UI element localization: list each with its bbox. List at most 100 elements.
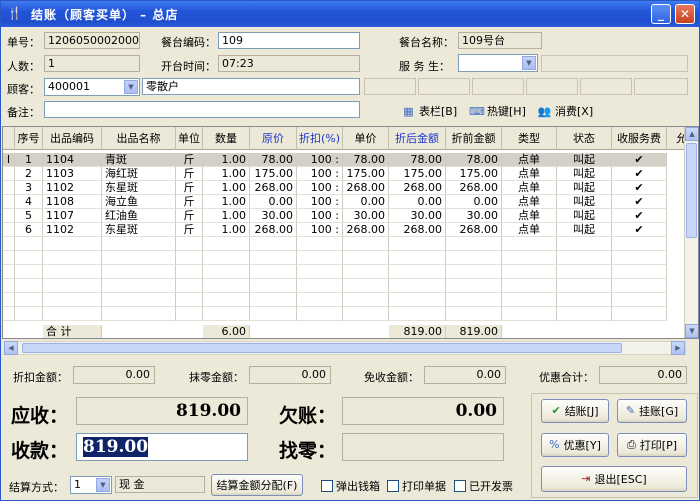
customer-select[interactable]: 400001 ▼ xyxy=(44,78,140,96)
remark-input[interactable] xyxy=(44,101,360,118)
service-fee-checkbox[interactable]: ✔ xyxy=(612,195,667,209)
hotkey-button[interactable]: ⌨ 热键[H] xyxy=(469,103,526,119)
table-cell: 175.00 xyxy=(389,167,446,181)
table-cell: 268.00 xyxy=(446,223,502,237)
table-cell: 175.00 xyxy=(446,167,502,181)
receivable-label: 应收： xyxy=(11,405,69,427)
table-header: 序号 出品编码 出品名称 单位 数量 原价 折扣(%) 单价 折后金额 折前金额 类型 状态 收服务费允 xyxy=(3,127,697,150)
table-cell: 斤 xyxy=(176,153,203,167)
close-icon[interactable]: ✕ xyxy=(675,4,695,24)
table-cell: 1.00 xyxy=(203,167,250,181)
service-fee-checkbox[interactable]: ✔ xyxy=(612,153,667,167)
table-cell xyxy=(297,251,343,265)
print-button[interactable]: ⎙ 打印[P] xyxy=(617,433,687,457)
chevron-down-icon[interactable]: ▼ xyxy=(96,478,110,492)
table-cell: 1.00 xyxy=(203,223,250,237)
vertical-scroll-thumb[interactable] xyxy=(686,143,697,238)
table-cell: 78.00 xyxy=(389,153,446,167)
exit-door-icon: ⇥ xyxy=(581,472,591,485)
table-cell xyxy=(502,265,557,279)
table-cell xyxy=(502,237,557,251)
column-header[interactable]: 出品名称 xyxy=(102,127,176,150)
title-bar: 🍴 结账（顾客买单） – 总店 _ ✕ xyxy=(1,1,699,27)
checkbox-box[interactable] xyxy=(454,480,466,492)
payment-method-code: 1 xyxy=(74,478,81,491)
minimize-icon[interactable]: _ xyxy=(651,4,671,24)
table-cell xyxy=(250,279,297,293)
consume-button[interactable]: 👥 消费[X] xyxy=(537,103,593,119)
invoiced-checkbox[interactable]: 已开发票 xyxy=(454,478,513,494)
table-cell xyxy=(446,251,502,265)
checkout-button[interactable]: ✔ 结账[J] xyxy=(541,399,609,423)
total-cell: 819.00 xyxy=(446,325,502,338)
table-row[interactable]: 2 1103 海红斑斤 1.00 175.00 100 :175.00 175.00 175.… xyxy=(3,167,667,181)
vertical-scrollbar[interactable]: ▲ ▼ xyxy=(684,127,698,338)
table-row[interactable]: 4 1108 海立鱼斤 1.00 0.00 100 :0.00 0.00 0.00 点单 叫起 ✔ xyxy=(3,195,667,209)
table-cell xyxy=(250,293,297,307)
column-header[interactable]: 序号 xyxy=(15,127,43,150)
column-header[interactable]: 单价 xyxy=(343,127,389,150)
payment-method-select[interactable]: 1 ▼ xyxy=(70,476,112,494)
scroll-up-icon[interactable]: ▲ xyxy=(685,127,698,141)
service-fee-checkbox[interactable]: ✔ xyxy=(612,209,667,223)
table-cell: 叫起 xyxy=(557,167,612,181)
service-fee-checkbox[interactable]: ✔ xyxy=(612,181,667,195)
received-input[interactable]: 819.00 xyxy=(76,433,248,461)
horizontal-scrollbar[interactable]: ◀ ▶ xyxy=(4,341,686,355)
service-fee-checkbox[interactable]: ✔ xyxy=(612,223,667,237)
horizontal-scroll-thumb[interactable] xyxy=(22,343,622,353)
service-fee-checkbox[interactable]: ✔ xyxy=(612,167,667,181)
table-view-button[interactable]: ▦ 表栏[B] xyxy=(401,103,457,119)
chevron-down-icon[interactable]: ▼ xyxy=(522,56,536,70)
column-header[interactable]: 出品编码 xyxy=(43,127,102,150)
column-header[interactable]: 折前金额 xyxy=(446,127,502,150)
table-cell: 1.00 xyxy=(203,209,250,223)
receivable-field: 819.00 xyxy=(76,397,248,425)
table-cell xyxy=(203,237,250,251)
discount-button[interactable]: % 优惠[Y] xyxy=(541,433,609,457)
exit-button[interactable]: ⇥ 退出[ESC] xyxy=(541,466,687,492)
table-row[interactable]: I 1 1104 青斑斤 1.00 78.00 100 :78.00 78.00 78.00 点单… xyxy=(3,153,667,167)
cutlery-icon: 🍴 xyxy=(7,6,22,20)
table-cell xyxy=(3,293,15,307)
print-bill-checkbox[interactable]: 打印单据 xyxy=(387,478,446,494)
column-header[interactable]: 折后金额 xyxy=(389,127,446,150)
cash-drawer-checkbox[interactable]: 弹出钱箱 xyxy=(321,478,380,494)
scroll-down-icon[interactable]: ▼ xyxy=(685,324,698,338)
table-cell xyxy=(389,251,446,265)
column-header[interactable]: 单位 xyxy=(176,127,203,150)
waiter-select[interactable]: ▼ xyxy=(458,54,538,72)
scroll-left-icon[interactable]: ◀ xyxy=(4,341,18,355)
table-cell xyxy=(102,293,176,307)
table-row[interactable]: 3 1102 东星斑斤 1.00 268.00 100 :268.00 268.00 268.… xyxy=(3,181,667,195)
allocate-amount-button[interactable]: 结算金额分配(F) xyxy=(211,474,303,496)
table-cell xyxy=(43,237,102,251)
table-cell xyxy=(176,293,203,307)
table-row[interactable]: 6 1102 东星斑斤 1.00 268.00 100 :268.00 268.00 268.… xyxy=(3,223,667,237)
scroll-right-icon[interactable]: ▶ xyxy=(671,341,685,355)
column-header[interactable]: 状态 xyxy=(557,127,612,150)
info-cell-5 xyxy=(580,78,632,95)
column-header[interactable]: 数量 xyxy=(203,127,250,150)
table-cell: 78.00 xyxy=(250,153,297,167)
column-header[interactable]: 原价 xyxy=(250,127,297,150)
checkbox-box[interactable] xyxy=(387,480,399,492)
column-header[interactable]: 类型 xyxy=(502,127,557,150)
table-view-label: 表栏[B] xyxy=(419,105,458,118)
table-row[interactable]: 5 1107 红油鱼斤 1.00 30.00 100 :30.00 30.00 30.00 点单… xyxy=(3,209,667,223)
column-header[interactable]: 折扣(%) xyxy=(297,127,343,150)
table-cell xyxy=(176,237,203,251)
chevron-down-icon[interactable]: ▼ xyxy=(124,80,138,94)
table-cell xyxy=(250,307,297,321)
table-cell xyxy=(557,307,612,321)
table-code-input[interactable]: 109 xyxy=(218,32,360,49)
hang-account-button[interactable]: ✎ 挂账[G] xyxy=(617,399,687,423)
table-cell xyxy=(102,265,176,279)
table-cell xyxy=(389,265,446,279)
table-cell: 6 xyxy=(15,223,43,237)
table-cell xyxy=(102,237,176,251)
table-cell: 0.00 xyxy=(343,195,389,209)
column-header[interactable]: 收服务费 xyxy=(612,127,667,150)
checkbox-box[interactable] xyxy=(321,480,333,492)
payment-method-name: 现 金 xyxy=(115,476,205,493)
